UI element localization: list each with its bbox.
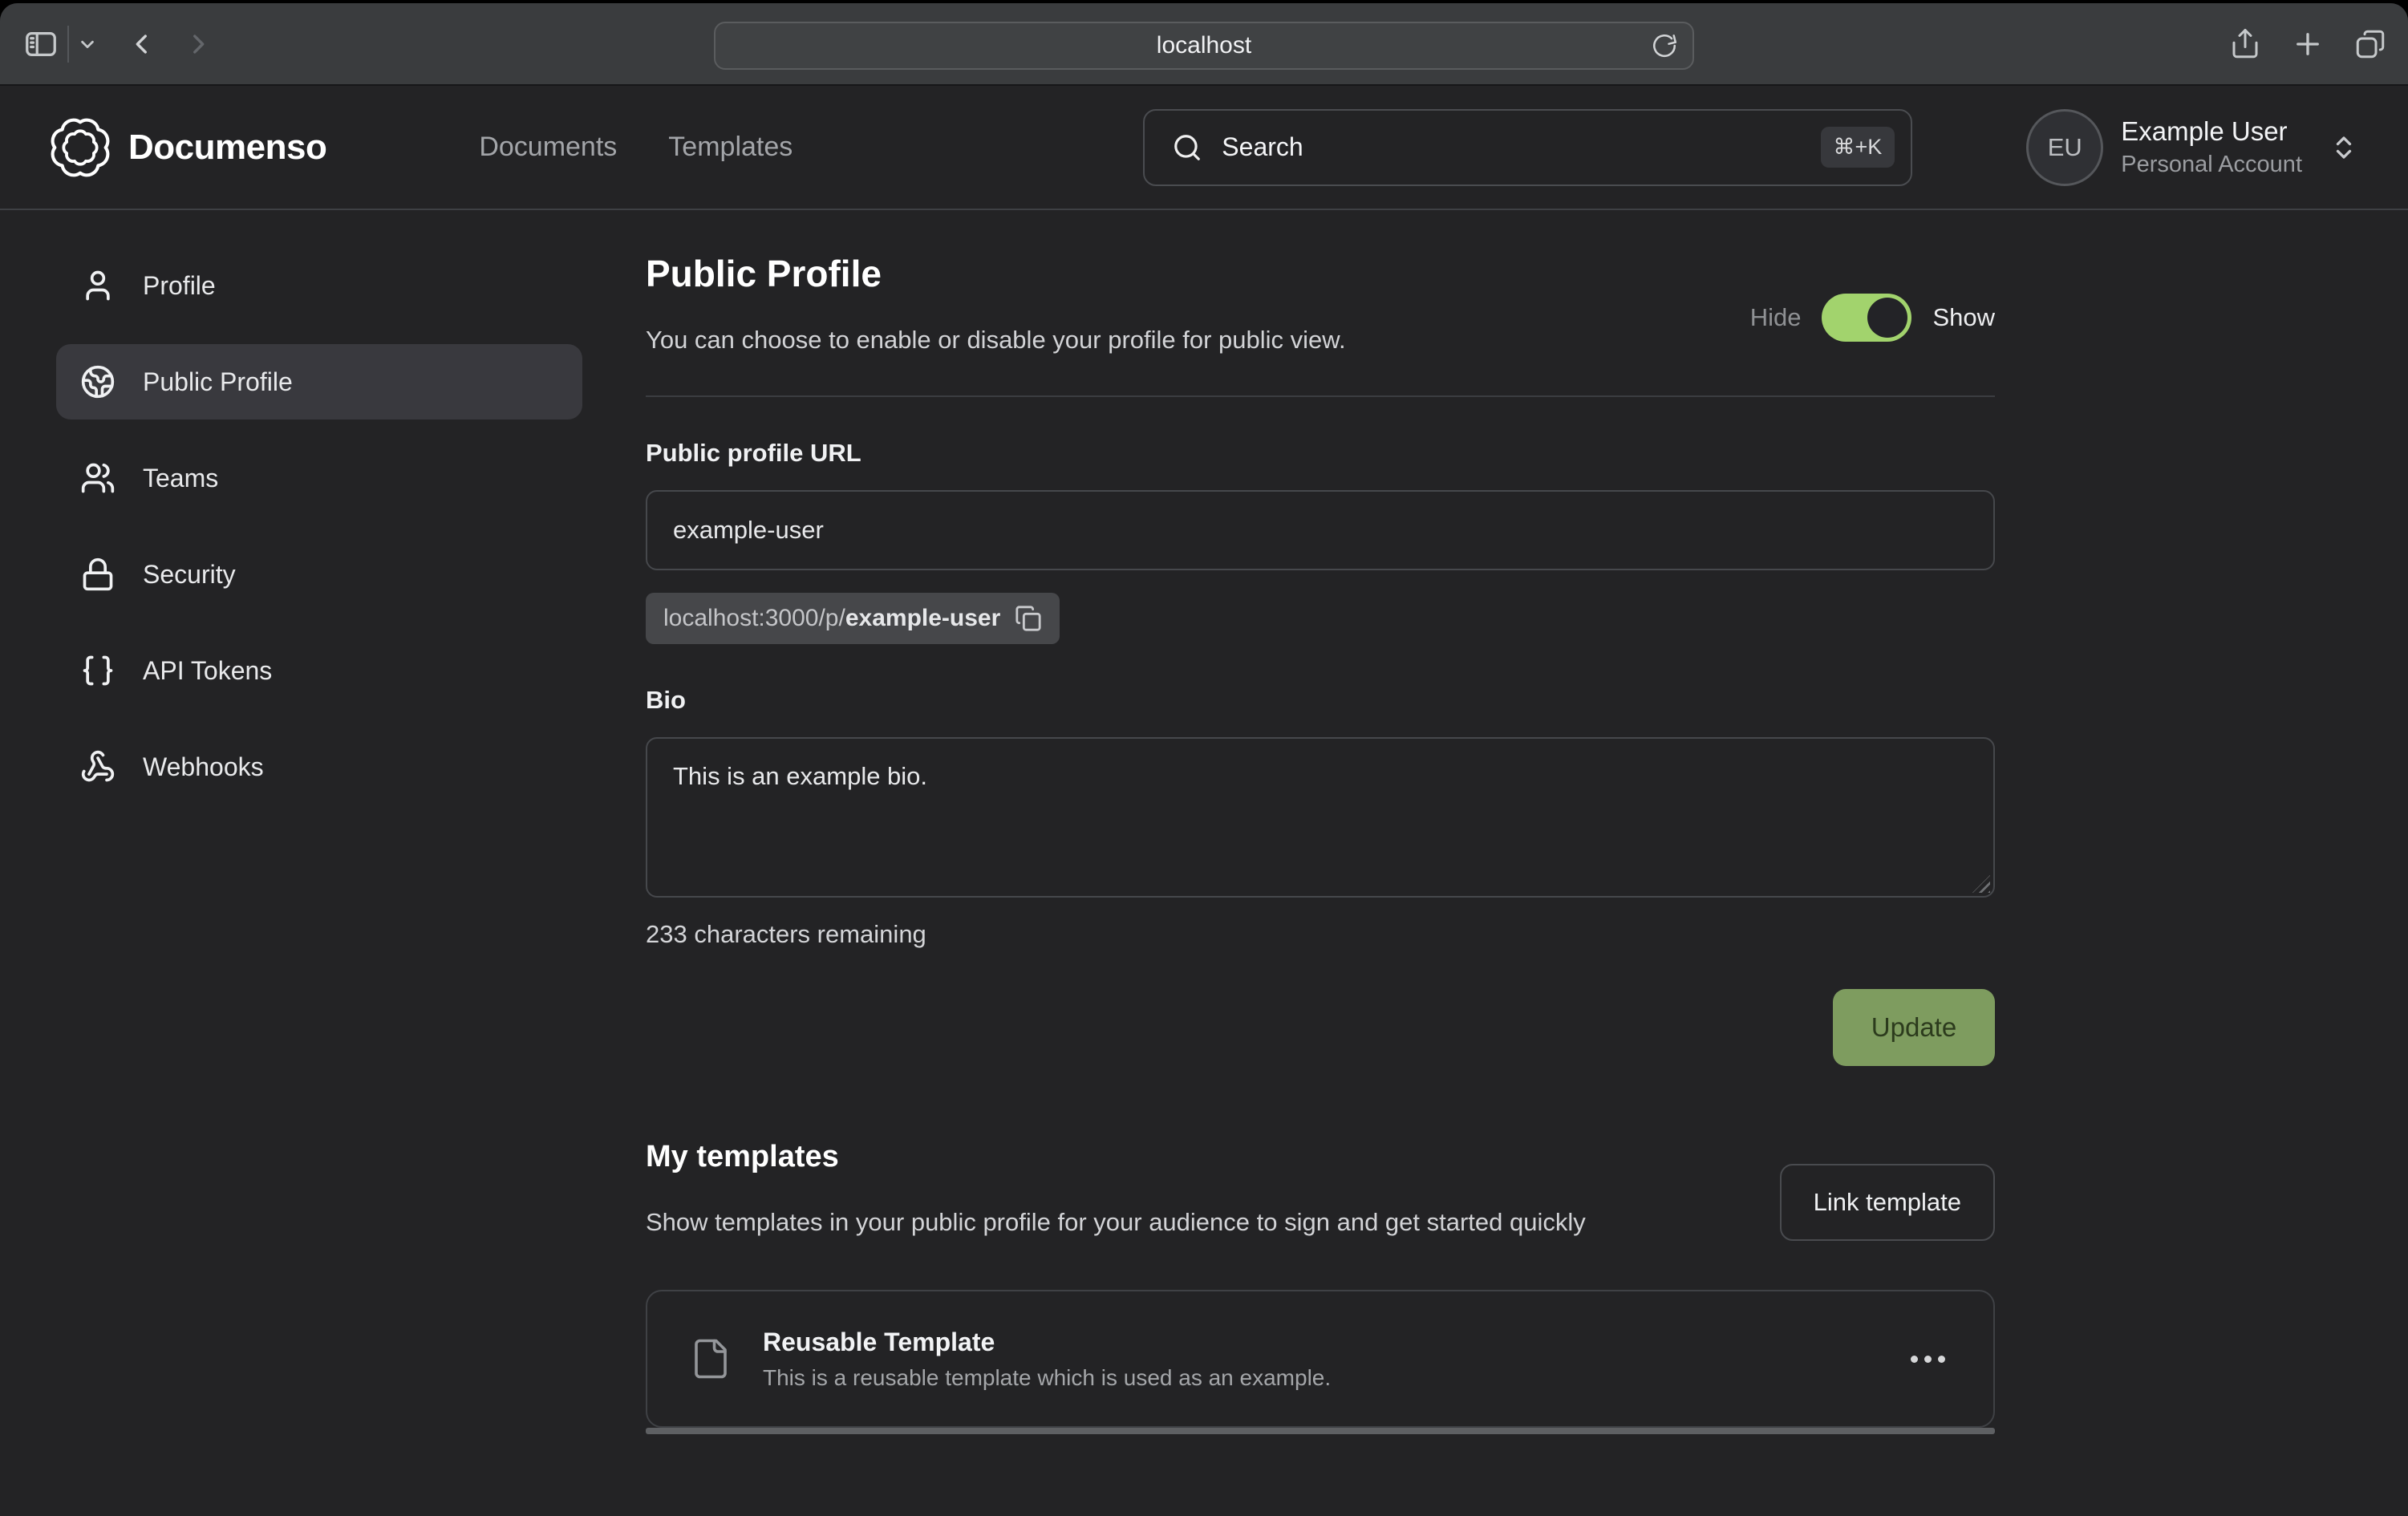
toolbar-left-group [22,3,212,84]
sidebar-item-security[interactable]: Security [56,537,582,612]
reload-icon[interactable] [1651,32,1678,59]
sidebar-label: Teams [143,464,218,493]
template-card[interactable]: Reusable Template This is a reusable tem… [646,1290,1995,1428]
toggle-knob [1867,298,1907,338]
address-bar[interactable]: localhost [714,22,1694,70]
user-icon [80,268,116,303]
sidebar-item-webhooks[interactable]: Webhooks [56,729,582,805]
avatar: EU [2026,109,2103,186]
sidebar-label: Security [143,560,236,590]
documenso-logo-icon [50,117,111,178]
sidebar-label: API Tokens [143,656,272,686]
braces-icon [80,653,116,688]
sidebar-item-api-tokens[interactable]: API Tokens [56,633,582,708]
page-title: Public Profile [646,252,1346,296]
new-tab-icon[interactable] [2291,27,2325,61]
settings-sidebar: Profile Public Profile Teams Security [0,210,646,1516]
template-card-texts: Reusable Template This is a reusable tem… [763,1328,1911,1391]
link-template-button[interactable]: Link template [1780,1164,1995,1241]
template-title: Reusable Template [763,1328,1911,1357]
sidebar-label: Webhooks [143,752,264,782]
my-templates-description: Show templates in your public profile fo… [646,1203,1586,1242]
profile-visibility-toggle[interactable] [1822,294,1911,342]
resize-handle[interactable] [1972,875,1990,893]
chevrons-up-down-icon [2329,133,2358,162]
documenso-logo[interactable]: Documenso [50,117,326,178]
file-icon [689,1332,732,1385]
profile-link-pill: localhost:3000/p/example-user [646,593,1060,644]
users-icon [80,460,116,496]
toggle-hide-label: Hide [1750,303,1802,332]
lock-icon [80,557,116,592]
search-input[interactable]: Search ⌘+K [1143,109,1912,186]
nav-templates[interactable]: Templates [668,132,793,163]
forward-button[interactable] [184,30,212,58]
back-button[interactable] [128,30,156,58]
top-nav: Documents Templates [479,132,793,163]
search-icon [1172,132,1202,163]
screen: localhost [0,0,2408,1516]
app-body: Profile Public Profile Teams Security [0,210,2408,1516]
sidebar-toggle-icon[interactable] [22,26,59,63]
bio-textarea[interactable]: This is an example bio. [646,737,1995,898]
globe-icon [80,364,116,399]
sidebar-item-public-profile[interactable]: Public Profile [56,344,582,420]
browser-window: localhost [0,3,2408,1516]
sidebar-label: Public Profile [143,367,293,397]
sidebar-label: Profile [143,271,216,301]
url-field-label: Public profile URL [646,439,1995,468]
chevron-down-icon[interactable] [79,35,96,53]
toolbar-divider [67,26,69,63]
search-shortcut-badge: ⌘+K [1821,127,1895,168]
browser-toolbar: localhost [0,3,2408,86]
more-options-button[interactable] [1911,1356,1945,1363]
user-texts: Example User Personal Account [2121,116,2302,178]
my-templates-title: My templates [646,1140,1586,1174]
characters-remaining: 233 characters remaining [646,920,1995,949]
webhook-icon [80,749,116,784]
public-profile-settings: Public Profile You can choose to enable … [646,210,1995,1516]
user-name: Example User [2121,116,2302,147]
public-profile-url-input[interactable] [646,490,1995,570]
profile-visibility-toggle-row: Hide Show [1750,278,1995,357]
card-bottom-shadow [646,1428,1995,1434]
nav-documents[interactable]: Documents [479,132,617,163]
user-menu[interactable]: EU Example User Personal Account [2026,109,2358,186]
page-description: You can choose to enable or disable your… [646,323,1346,357]
sidebar-item-teams[interactable]: Teams [56,440,582,516]
user-account-type: Personal Account [2121,152,2302,178]
share-icon[interactable] [2228,27,2262,61]
brand-name: Documenso [128,128,326,168]
copy-icon[interactable] [1015,605,1042,632]
divider [646,395,1995,397]
app-header: Documenso Documents Templates Search ⌘+K… [0,86,2408,210]
toggle-show-label: Show [1932,303,1995,332]
update-button[interactable]: Update [1833,989,1995,1066]
address-bar-url: localhost [1157,32,1251,59]
search-placeholder: Search [1222,132,1820,162]
bio-field-label: Bio [646,686,1995,715]
toolbar-right-group [2228,3,2387,84]
profile-link-text: localhost:3000/p/example-user [663,605,1000,632]
template-subtitle: This is a reusable template which is use… [763,1365,1911,1391]
tab-overview-icon[interactable] [2353,27,2387,61]
sidebar-item-profile[interactable]: Profile [56,248,582,323]
bio-value: This is an example bio. [673,760,1968,793]
